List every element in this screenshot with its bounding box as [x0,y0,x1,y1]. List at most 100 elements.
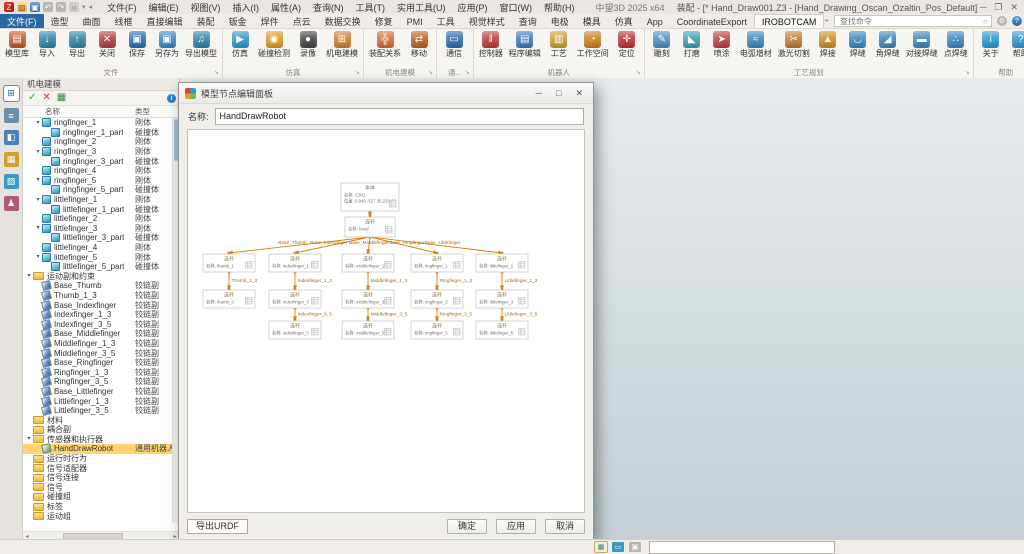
menu-item[interactable]: 查询(N) [308,1,349,14]
apply-check-icon[interactable]: ✓ [28,92,36,104]
expand-chevron-icon[interactable]: ▾ [34,253,42,261]
expand-chevron-icon[interactable]: ▾ [34,176,42,184]
graph-node[interactable]: 连杆名称: littlefinger_3 [476,290,528,308]
graph-node[interactable]: 本体名称: C301位置: 0.940,-527.35,233.68 [341,183,399,211]
dialog-minimize-button[interactable]: ─ [536,88,542,99]
expand-chevron-icon[interactable]: ▾ [34,196,42,204]
window-minimize-button[interactable]: ─ [980,2,986,13]
graph-node[interactable]: 连杆名称: littlefinger_5 [476,321,528,339]
dialog-launcher-icon[interactable]: ↘ [636,68,641,78]
ribbon-button[interactable]: ∴点焊缝 [941,30,971,58]
ribbon-button[interactable]: ▤程序编辑 [506,30,544,58]
expand-chevron-icon[interactable]: ▾ [34,148,42,156]
ribbon-button[interactable]: ▲焊接 [813,30,843,58]
menu-item[interactable]: 应用(P) [453,1,493,14]
manager-user-icon[interactable]: ♟ [4,196,19,211]
ribbon-tab[interactable]: 电极 [544,14,576,28]
ribbon-button[interactable]: ▶仿真 [225,30,255,58]
graph-node[interactable]: 连杆名称: middlefinger_3 [342,290,394,308]
ribbon-button[interactable]: ?帮助 [1006,30,1024,58]
qat-collapse-icon[interactable]: ◂ [89,3,93,11]
command-search-input[interactable] [838,16,983,27]
ribbon-tab[interactable]: 装配 [190,14,222,28]
tree-row[interactable]: ringfinger_4刚体 [23,166,179,176]
ribbon-tab[interactable]: CoordinateExport [670,14,754,28]
ribbon-tab[interactable]: 修复 [368,14,400,28]
graph-node[interactable]: 连杆名称: middlefinger_5 [342,321,394,339]
search-icon[interactable]: ○ [983,17,988,26]
tree-row[interactable]: ringfinger_1_part碰撞体 [23,128,179,138]
column-name[interactable]: 名称 [23,106,60,117]
pin-ribbon-icon[interactable]: ⌖ [824,16,829,26]
window-close-button[interactable]: ✕ [1010,2,1018,13]
ribbon-button[interactable]: ◡焊缝 [843,30,873,58]
ribbon-button[interactable]: ✂激光切割 [775,30,813,58]
dialog-maximize-button[interactable]: □ [556,88,561,99]
column-type[interactable]: 类型 [135,106,150,117]
panel-toggle-icon[interactable]: ▣ [629,542,641,552]
menu-item[interactable]: 编辑(E) [144,1,184,14]
menu-item[interactable]: 视图(V) [186,1,226,14]
cancel-x-icon[interactable]: ✕ [42,92,50,104]
cancel-button[interactable]: 取消 [545,519,585,534]
dialog-launcher-icon[interactable]: ↘ [214,68,219,78]
export-urdf-button[interactable]: 导出URDF [187,519,248,534]
graph-node[interactable]: 连杆名称: thumb_1 [203,254,255,272]
tree-row[interactable]: 运动组 [23,511,179,521]
ribbon-button[interactable]: ▣保存 [122,30,152,58]
ribbon-tab[interactable]: 焊件 [254,14,286,28]
ribbon-button[interactable]: ➤喷涂 [707,30,737,58]
graph-node[interactable]: 连杆名称: thumb_3 [203,290,255,308]
ribbon-tab[interactable]: 直接编辑 [140,14,190,28]
menu-item[interactable]: 帮助(H) [539,1,580,14]
graph-node[interactable]: 连杆名称: indexfinger_5 [269,321,321,339]
graph-node[interactable]: 连杆名称: littlefinger_1 [476,254,528,272]
tree-row[interactable]: littlefinger_1_part碰撞体 [23,204,179,214]
ribbon-button[interactable]: ◉碰撞检测 [255,30,293,58]
manager-image-icon[interactable]: ▨ [4,174,19,189]
node-graph-canvas[interactable]: Base_ThumbBase_IndexfingerBase_Middlefin… [187,129,585,513]
graph-node[interactable]: 连杆名称: middlefinger_1 [342,254,394,272]
ribbon-tab[interactable]: 点云 [286,14,318,28]
ribbon-tab[interactable]: 文件(F) [0,14,44,28]
ribbon-tab[interactable]: 钣金 [222,14,254,28]
ribbon-tab[interactable]: App [640,14,670,28]
dialog-launcher-icon[interactable]: ↘ [965,68,970,78]
graph-node[interactable]: 连杆名称: ringfinger_5 [411,321,463,339]
manager-assembly-icon[interactable]: ◧ [4,130,19,145]
dialog-titlebar[interactable]: 模型节点编辑面板 ─ □ ✕ [179,83,593,104]
ribbon-button[interactable]: ⇄移动 [404,30,434,58]
display-icon[interactable]: ▭ [612,542,624,552]
dialog-launcher-icon[interactable]: ↘ [428,68,433,78]
save-icon[interactable]: ▣ [30,2,40,12]
ribbon-button[interactable]: ✛定位 [612,30,642,58]
ribbon-button[interactable]: ♫导出模型 [182,30,220,58]
dialog-launcher-icon[interactable]: ↘ [465,68,470,78]
ribbon-tab[interactable]: IROBOTCAM [754,14,825,28]
ribbon-button[interactable]: ◔工作空间 [574,30,612,58]
ribbon-tab[interactable]: 视觉样式 [462,14,512,28]
regen-icon[interactable]: ○ [69,2,79,12]
ribbon-tab[interactable]: 工具 [430,14,462,28]
window-restore-button[interactable]: ❐ [994,2,1002,13]
help-globe-icon[interactable]: ? [1012,16,1022,26]
menu-item[interactable]: 插入(I) [228,1,265,14]
menu-item[interactable]: 文件(F) [102,1,142,14]
dialog-close-button[interactable]: ✕ [575,88,583,99]
manager-view-icon[interactable]: ▦ [4,152,19,167]
ribbon-button[interactable]: ↓导入 [32,30,62,58]
ribbon-tab[interactable]: 模具 [576,14,608,28]
menu-item[interactable]: 窗口(W) [495,1,538,14]
expand-chevron-icon[interactable]: ▾ [34,224,42,232]
graph-node[interactable]: 连杆名称: indexfinger_1 [269,254,321,272]
apply-button[interactable]: 应用 [496,519,536,534]
qat-dropdown-icon[interactable]: ▾ [82,3,86,11]
ribbon-button[interactable]: ⊞机电建模 [323,30,361,58]
menu-item[interactable]: 工具(T) [351,1,391,14]
ribbon-button[interactable]: ≈电弧增材 [737,30,775,58]
graph-node[interactable]: 连杆名称: indexfinger_3 [269,290,321,308]
ribbon-button[interactable]: ✕关闭 [92,30,122,58]
ribbon-tab[interactable]: 数据交换 [318,14,368,28]
manager-history-icon[interactable]: ≡ [4,108,19,123]
ribbon-button[interactable]: ↑导出 [62,30,92,58]
